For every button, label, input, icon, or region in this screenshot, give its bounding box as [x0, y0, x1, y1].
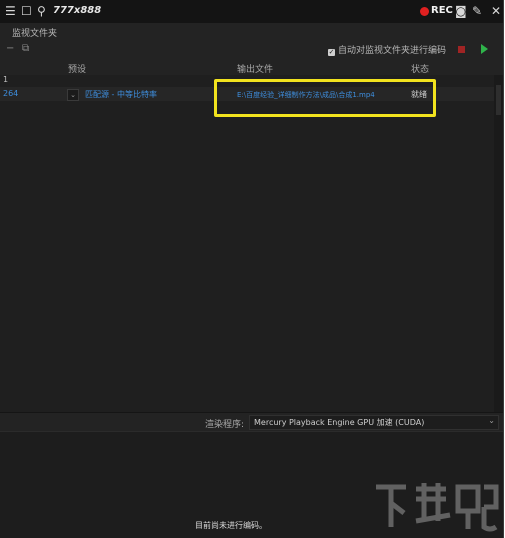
- renderer-select[interactable]: Mercury Playback Engine GPU 加速 (CUDA) ⌄: [249, 415, 499, 430]
- capture-size-label: 777x888: [53, 5, 102, 16]
- close-icon[interactable]: ✕: [491, 5, 501, 17]
- column-status[interactable]: 状态: [411, 62, 429, 75]
- chevron-down-icon[interactable]: ⌄: [488, 416, 495, 425]
- group-label: 1: [3, 75, 9, 84]
- output-file-highlight-box: [214, 79, 436, 117]
- media-encoder-window: ☰ ☐ ⚲ 777x888 REC ◙ ✎ ✕ 监视文件夹 − ⧉ ✓ 自动对监视…: [0, 0, 504, 538]
- scrollbar-thumb[interactable]: [496, 85, 501, 115]
- renderer-label: 渲染程序:: [205, 420, 245, 430]
- auto-encode-label: 自动对监视文件夹进行编码: [338, 46, 447, 56]
- checkbox-checked-icon[interactable]: ✓: [328, 49, 335, 56]
- renderer-bar: 渲染程序: Mercury Playback Engine GPU 加速 (CU…: [0, 412, 503, 431]
- item-preset-link[interactable]: 匹配源 - 中等比特率: [85, 89, 157, 100]
- remove-icon[interactable]: −: [6, 43, 14, 54]
- queue-scrollbar[interactable]: [494, 75, 503, 412]
- auto-encode-checkbox[interactable]: ✓ 自动对监视文件夹进行编码: [328, 43, 446, 56]
- column-preset[interactable]: 预设: [68, 62, 86, 75]
- window-icon[interactable]: ☐: [21, 5, 32, 17]
- stop-icon[interactable]: [458, 46, 465, 53]
- panel-title[interactable]: 监视文件夹: [12, 26, 57, 39]
- queue-toolbar: − ⧉ ✓ 自动对监视文件夹进行编码: [0, 41, 503, 59]
- encode-queue: 1 264 ⌄ 匹配源 - 中等比特率 E:\百度经验_详细制作方法\成品\合成…: [0, 75, 494, 412]
- queue-column-headers: 预设 输出文件 状态: [0, 59, 503, 75]
- duplicate-icon[interactable]: ⧉: [22, 43, 29, 54]
- renderer-value: Mercury Playback Engine GPU 加速 (CUDA): [254, 418, 425, 427]
- item-format-link[interactable]: 264: [3, 89, 18, 98]
- xiazaiba-watermark: [376, 483, 499, 532]
- menu-icon[interactable]: ☰: [5, 5, 16, 17]
- record-icon[interactable]: [420, 7, 429, 16]
- column-output-file[interactable]: 输出文件: [237, 62, 273, 75]
- screen-recorder-bar: ☰ ☐ ⚲ 777x888 REC ◙ ✎ ✕: [0, 0, 503, 23]
- search-icon[interactable]: ⚲: [37, 5, 46, 17]
- record-button-label[interactable]: REC: [431, 5, 453, 16]
- preset-dropdown-icon[interactable]: ⌄: [67, 89, 79, 101]
- start-queue-icon[interactable]: [481, 44, 488, 54]
- encoding-status-message: 目前尚未进行编码。: [195, 521, 267, 530]
- watch-folder-panel-header: 监视文件夹: [0, 23, 503, 42]
- camera-icon[interactable]: ◙: [455, 5, 467, 17]
- pen-icon[interactable]: ✎: [472, 5, 482, 17]
